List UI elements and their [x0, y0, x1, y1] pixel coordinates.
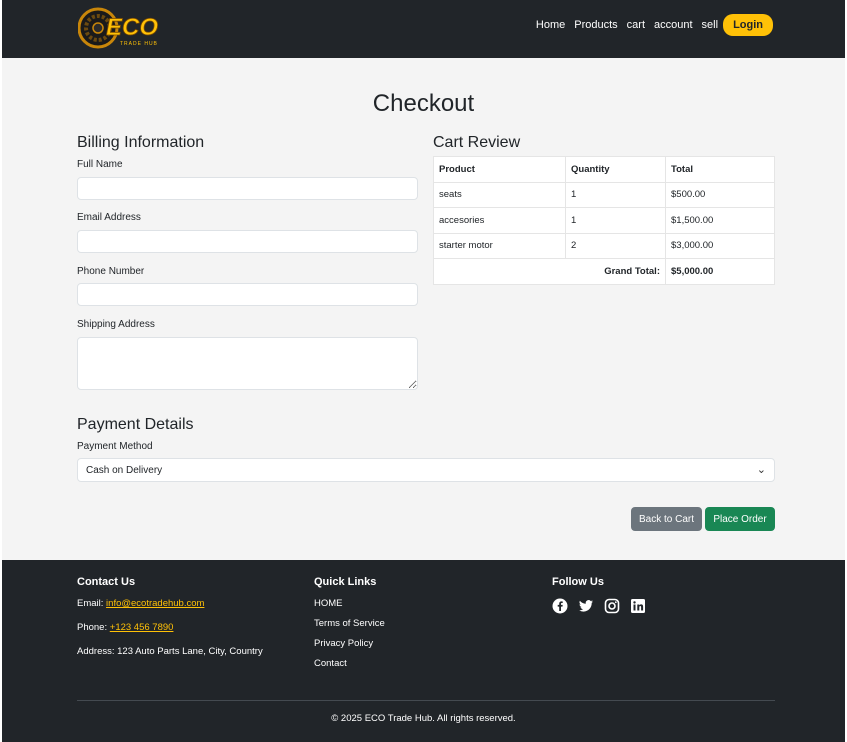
contact-phone: Phone: +123 456 7890 [77, 622, 263, 633]
billing-heading: Billing Information [77, 134, 205, 151]
column-header-total: Total [665, 156, 775, 183]
twitter-icon[interactable] [578, 598, 594, 614]
contact-address: Address: 123 Auto Parts Lane, City, Coun… [77, 646, 263, 657]
navbar: ECO TRADE HUB Home Products cart account… [2, 0, 845, 58]
cell-product: seats [433, 181, 566, 208]
footer-link-home[interactable]: HOME [314, 598, 385, 609]
quick-links-heading: Quick Links [314, 576, 377, 588]
footer: Contact Us Email: info@ecotradehub.com P… [2, 560, 845, 742]
cell-product: starter motor [433, 232, 566, 259]
payment-method-value: Cash on Delivery [86, 465, 163, 476]
table-row: starter motor 2 $3,000.00 [433, 232, 775, 259]
svg-text:ECO: ECO [106, 14, 158, 41]
address-label: Shipping Address [77, 319, 155, 330]
column-header-quantity: Quantity [565, 156, 666, 183]
phone-label: Phone: [77, 622, 108, 633]
grand-total-value: $5,000.00 [665, 258, 775, 285]
column-header-product: Product [433, 156, 566, 183]
footer-quick-links: Quick Links HOME Terms of Service Privac… [314, 576, 385, 678]
social-icons [552, 598, 646, 614]
contact-email: Email: info@ecotradehub.com [77, 598, 263, 609]
brand-logo[interactable]: ECO TRADE HUB [77, 5, 174, 51]
footer-link-terms[interactable]: Terms of Service [314, 618, 385, 629]
back-to-cart-button[interactable]: Back to Cart [631, 507, 702, 531]
grand-total-label: Grand Total: [433, 258, 666, 285]
table-row: seats 1 $500.00 [433, 181, 775, 208]
copyright-text: © 2025 ECO Trade Hub. All rights reserve… [331, 713, 516, 724]
payment-heading: Payment Details [77, 416, 194, 433]
cell-quantity: 1 [565, 181, 666, 208]
chevron-down-icon: ⌄ [756, 464, 766, 476]
payment-method-label: Payment Method [77, 441, 153, 452]
page: ECO TRADE HUB Home Products cart account… [2, 0, 845, 742]
nav-link-account[interactable]: account [654, 19, 693, 31]
linkedin-icon[interactable] [630, 598, 646, 614]
email-label: Email: [77, 598, 104, 609]
payment-method-select[interactable]: Cash on Delivery ⌄ [77, 458, 775, 482]
table-row: accesories 1 $1,500.00 [433, 207, 775, 234]
nav-links: Home Products cart account sell Login [527, 14, 773, 36]
cell-total: $3,000.00 [665, 232, 775, 259]
checkout-main: Checkout Billing Information Full Name E… [2, 58, 845, 560]
phone-field[interactable] [77, 283, 418, 306]
footer-link-contact[interactable]: Contact [314, 658, 385, 669]
table-header-row: Product Quantity Total [433, 156, 775, 183]
svg-text:TRADE HUB: TRADE HUB [120, 41, 158, 47]
grand-total-row: Grand Total: $5,000.00 [433, 258, 775, 285]
cart-review-heading: Cart Review [433, 134, 521, 151]
nav-link-home[interactable]: Home [536, 19, 565, 31]
nav-link-cart[interactable]: cart [627, 19, 645, 31]
phone-link[interactable]: +123 456 7890 [110, 622, 174, 633]
follow-heading: Follow Us [552, 576, 604, 588]
cell-product: accesories [433, 207, 566, 234]
cell-quantity: 1 [565, 207, 666, 234]
cell-total: $1,500.00 [665, 207, 775, 234]
login-button[interactable]: Login [723, 14, 773, 36]
page-title: Checkout [372, 90, 475, 117]
footer-follow: Follow Us [552, 576, 646, 614]
footer-contact: Contact Us Email: info@ecotradehub.com P… [77, 576, 263, 670]
cell-quantity: 2 [565, 232, 666, 259]
footer-link-privacy[interactable]: Privacy Policy [314, 638, 385, 649]
shipping-address-field[interactable] [77, 337, 418, 390]
cell-total: $500.00 [665, 181, 775, 208]
email-label: Email Address [77, 212, 141, 223]
full-name-field[interactable] [77, 177, 418, 200]
cart-table: Product Quantity Total seats 1 $500.00 a… [433, 156, 775, 285]
email-field[interactable] [77, 230, 418, 253]
full-name-label: Full Name [77, 159, 123, 170]
phone-label: Phone Number [77, 266, 145, 277]
nav-link-products[interactable]: Products [574, 19, 617, 31]
contact-heading: Contact Us [77, 576, 136, 588]
email-link[interactable]: info@ecotradehub.com [106, 598, 204, 609]
instagram-icon[interactable] [604, 598, 620, 614]
place-order-button[interactable]: Place Order [705, 507, 775, 531]
nav-link-sell[interactable]: sell [702, 19, 719, 31]
footer-divider [77, 700, 775, 701]
facebook-icon[interactable] [552, 598, 568, 614]
